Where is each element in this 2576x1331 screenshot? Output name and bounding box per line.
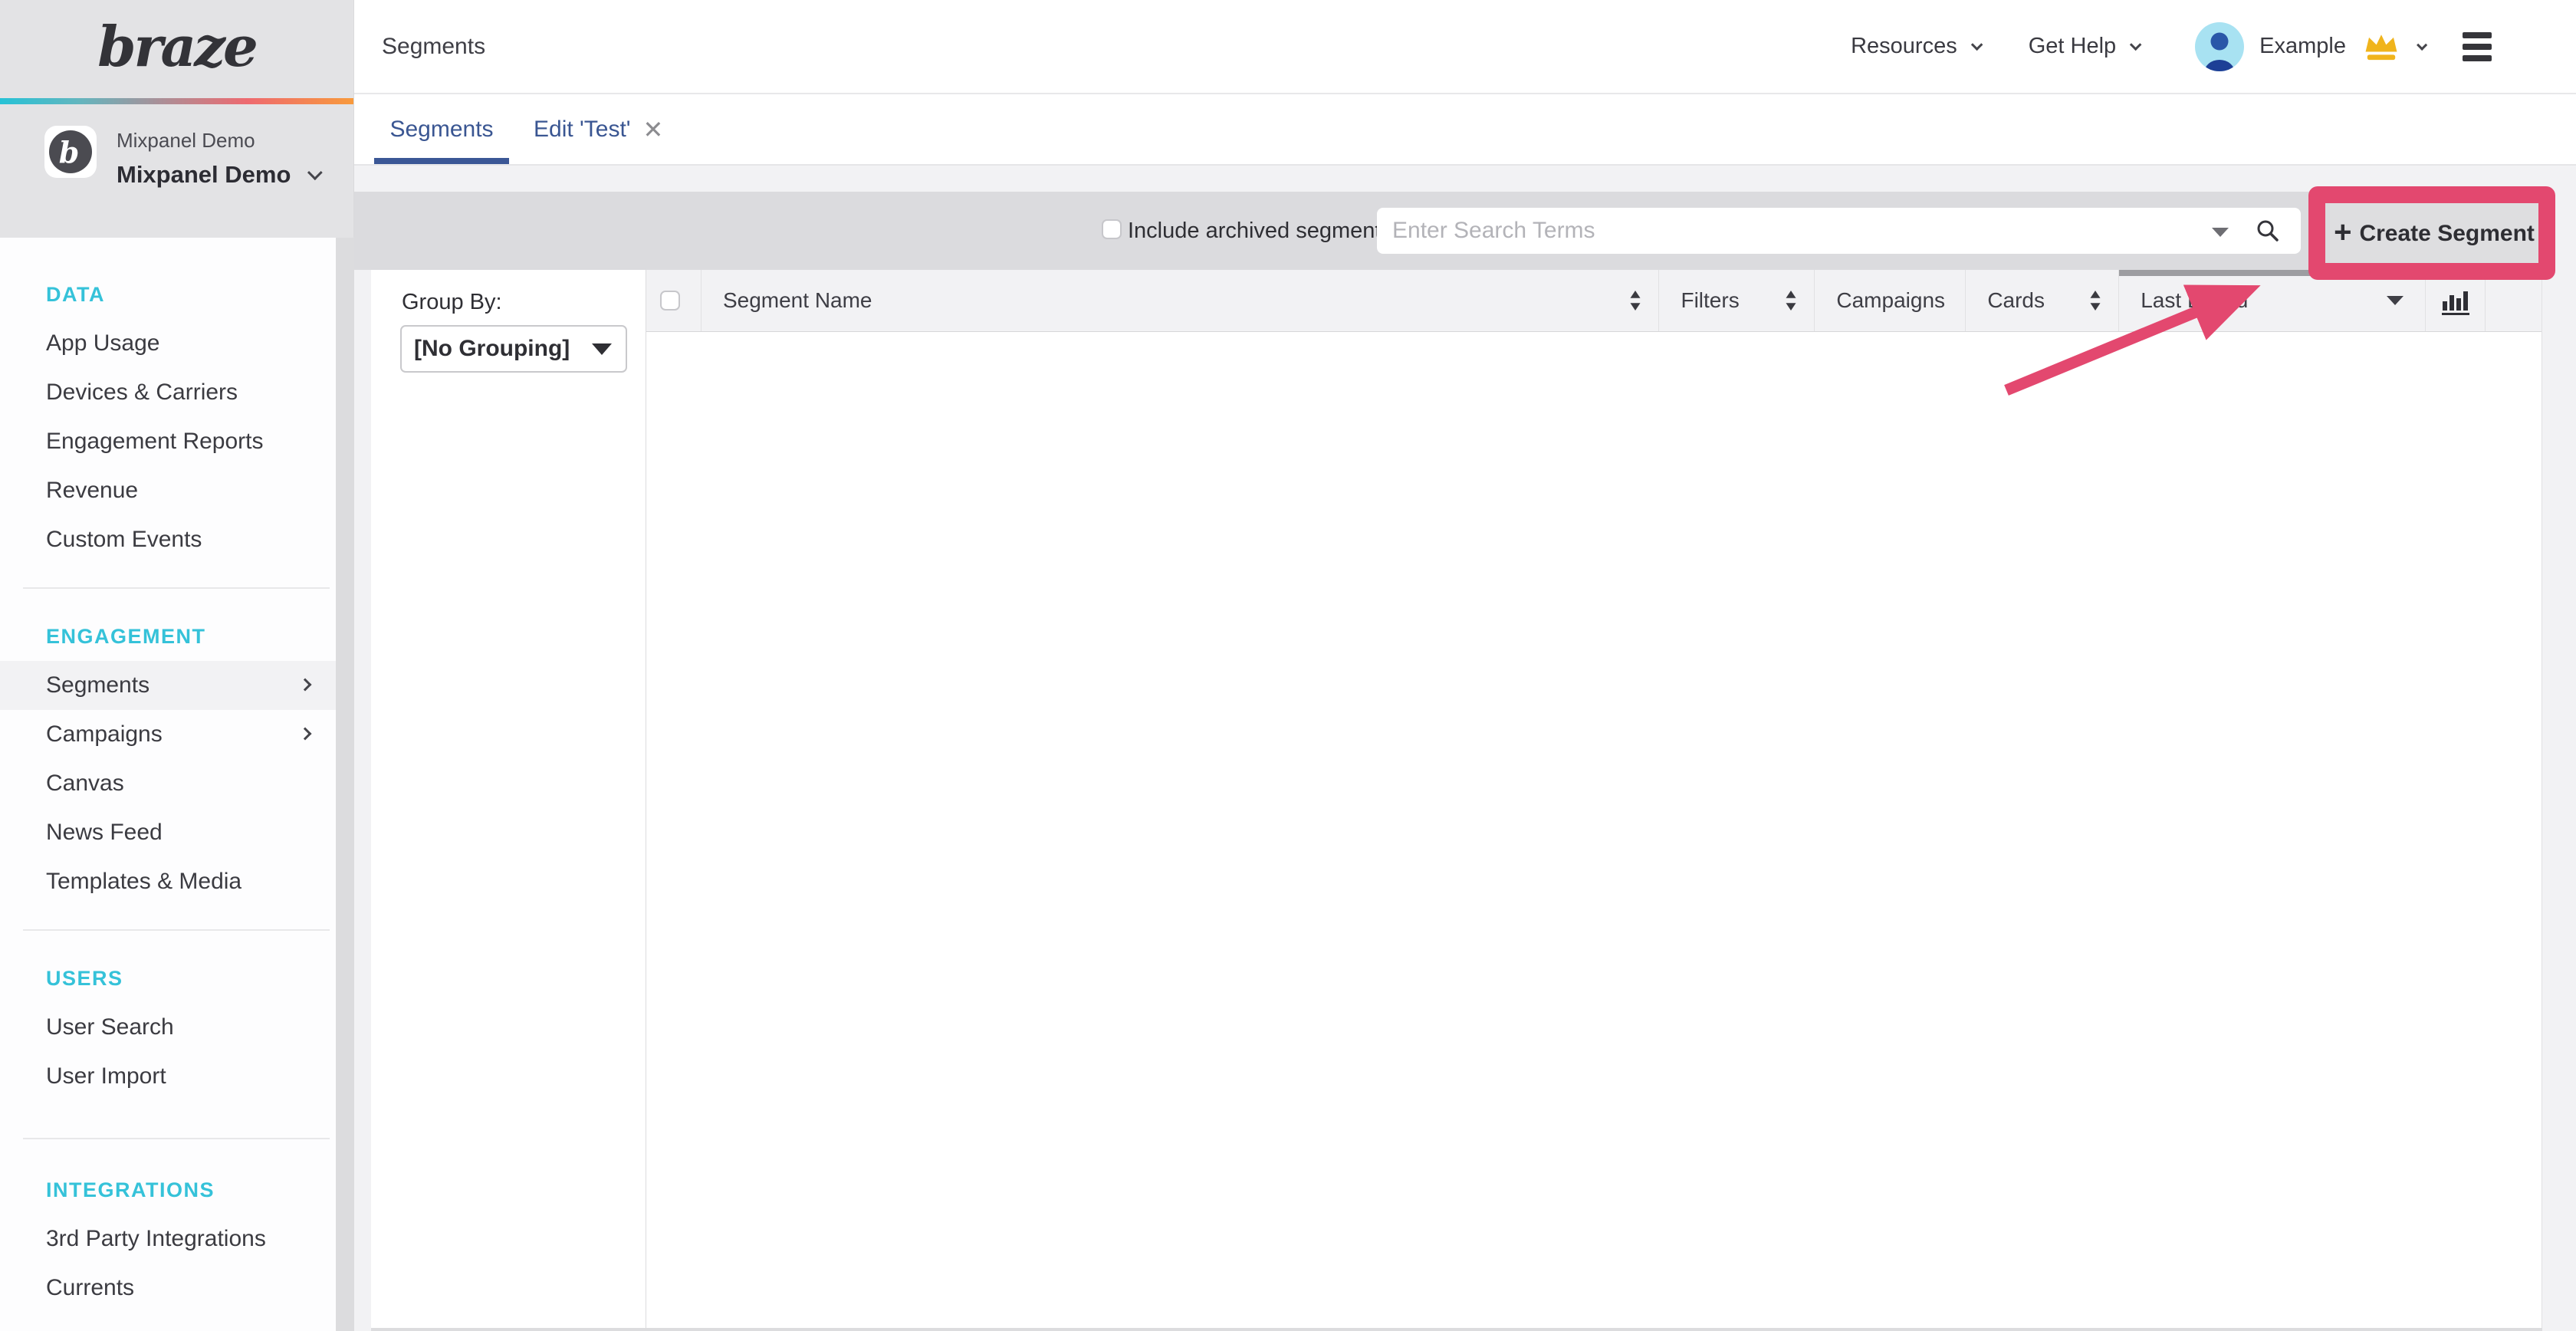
main-area: Segments Resources Get Help: [354, 0, 2576, 1331]
workspace-app-icon: b: [44, 126, 97, 178]
sidebar: braze b Mixpanel Demo Mixpanel Demo DATA…: [0, 0, 354, 1331]
table-body-empty: [646, 332, 2542, 1328]
sidebar-item-custom-events[interactable]: Custom Events: [0, 515, 336, 564]
bar-chart-icon: [2439, 285, 2472, 316]
user-name: Example: [2259, 34, 2346, 59]
page-title: Segments: [382, 0, 485, 93]
sidebar-item-revenue[interactable]: Revenue: [0, 466, 336, 515]
get-help-menu[interactable]: Get Help: [2029, 34, 2138, 59]
chevron-down-icon[interactable]: [2417, 39, 2427, 50]
tab-edit-test[interactable]: Edit 'Test' ✕: [534, 94, 663, 164]
nav-section-users: USERS: [0, 954, 336, 1003]
content-area: Include archived segments + Create Segme…: [354, 166, 2576, 1331]
sidebar-item-engagement-reports[interactable]: Engagement Reports: [0, 417, 336, 466]
sidebar-item-app-usage[interactable]: App Usage: [0, 319, 336, 368]
tab-label: Edit 'Test': [534, 117, 631, 143]
search-input[interactable]: [1392, 208, 2190, 254]
plus-icon: +: [2334, 217, 2351, 251]
sidebar-item-label: Campaigns: [46, 721, 163, 747]
group-by-value: [No Grouping]: [402, 336, 570, 362]
column-label: Filters: [1659, 288, 1739, 313]
column-chart[interactable]: [2425, 270, 2485, 331]
segments-table: Segment Name Filters: [646, 270, 2542, 1328]
chevron-right-icon: [299, 728, 312, 741]
hamburger-menu-icon[interactable]: [2463, 32, 2492, 61]
sidebar-item-currents[interactable]: Currents: [0, 1264, 336, 1313]
sidebar-nav: DATA App Usage Devices & Carriers Engage…: [0, 238, 336, 1313]
braze-logo: braze: [97, 14, 256, 85]
get-help-label: Get Help: [2029, 34, 2116, 59]
segment-search-box: [1377, 208, 2301, 254]
sort-icon[interactable]: [1629, 291, 1641, 311]
tab-segments[interactable]: Segments: [374, 94, 509, 164]
sidebar-item-canvas[interactable]: Canvas: [0, 759, 336, 808]
crown-icon: [2361, 29, 2401, 64]
chevron-down-icon: [2130, 39, 2142, 51]
resources-menu[interactable]: Resources: [1851, 34, 1980, 59]
select-all-checkbox[interactable]: [660, 291, 680, 311]
horizontal-scrollbar[interactable]: [371, 1328, 2542, 1331]
sidebar-item-news-feed[interactable]: News Feed: [0, 808, 336, 857]
column-label: Segment Name: [702, 288, 872, 313]
active-tab-underline: [374, 158, 509, 164]
column-last-edited[interactable]: Last Edited: [2118, 270, 2425, 331]
sidebar-item-user-import[interactable]: User Import: [0, 1052, 336, 1101]
tab-label: Segments: [389, 117, 493, 143]
create-segment-button[interactable]: + Create Segment: [2330, 203, 2538, 265]
column-label: Campaigns: [1815, 288, 1945, 313]
column-cards[interactable]: Cards: [1965, 270, 2118, 331]
b-monogram-icon: b: [49, 130, 92, 173]
chevron-down-icon: [1971, 39, 1983, 51]
column-segment-name[interactable]: Segment Name: [701, 270, 1659, 331]
divider: [23, 929, 330, 931]
segments-toolbar: Include archived segments + Create Segme…: [354, 192, 2542, 270]
nav-section-integrations: INTEGRATIONS: [0, 1165, 336, 1214]
chevron-right-icon: [299, 679, 312, 692]
sidebar-scrollbar[interactable]: [336, 238, 354, 1331]
group-by-select[interactable]: [No Grouping]: [400, 325, 627, 373]
dropdown-caret-icon[interactable]: [2387, 296, 2404, 305]
selected-column-strip: [2119, 270, 2425, 276]
include-archived-checkbox[interactable]: [1102, 219, 1122, 239]
sidebar-item-templates-media[interactable]: Templates & Media: [0, 857, 336, 906]
sidebar-item-3rd-party-integrations[interactable]: 3rd Party Integrations: [0, 1214, 336, 1264]
column-campaigns[interactable]: Campaigns: [1814, 270, 1965, 331]
sidebar-item-user-search[interactable]: User Search: [0, 1003, 336, 1052]
sidebar-item-campaigns[interactable]: Campaigns: [0, 710, 336, 759]
search-dropdown-caret-icon[interactable]: [2212, 228, 2229, 237]
braze-app: braze b Mixpanel Demo Mixpanel Demo DATA…: [0, 0, 2576, 1331]
close-icon[interactable]: ✕: [643, 117, 664, 142]
dropdown-caret-icon: [592, 343, 612, 355]
tab-bar: Segments Edit 'Test' ✕: [354, 94, 2576, 166]
workspace-app-label: Mixpanel Demo: [117, 129, 255, 153]
sort-icon[interactable]: [2089, 291, 2101, 311]
sidebar-item-devices-carriers[interactable]: Devices & Carriers: [0, 368, 336, 417]
divider: [23, 587, 330, 589]
divider: [23, 1138, 330, 1139]
column-label: Cards: [1966, 288, 2045, 313]
workspace-name: Mixpanel Demo: [117, 161, 291, 189]
group-by-panel: Group By: [No Grouping]: [371, 270, 646, 1328]
table-header-row: Segment Name Filters: [646, 270, 2542, 332]
column-filters[interactable]: Filters: [1658, 270, 1814, 331]
brand-gradient-bar: [0, 98, 353, 104]
logo-area: braze: [0, 0, 353, 98]
column-label: Last Edited: [2119, 288, 2248, 313]
workspace-switcher[interactable]: b Mixpanel Demo Mixpanel Demo: [0, 104, 353, 238]
select-all-cell: [646, 270, 701, 331]
sort-icon[interactable]: [1785, 291, 1797, 311]
sidebar-item-segments[interactable]: Segments: [0, 661, 336, 710]
user-avatar[interactable]: [2195, 22, 2244, 71]
include-archived-label: Include archived segments: [1128, 192, 1392, 270]
chevron-down-icon[interactable]: [307, 165, 323, 180]
nav-section-engagement: ENGAGEMENT: [0, 612, 336, 661]
top-header: Segments Resources Get Help: [354, 0, 2576, 94]
create-segment-label: Create Segment: [2359, 221, 2534, 247]
sidebar-item-label: Segments: [46, 672, 150, 698]
nav-section-data: DATA: [0, 270, 336, 319]
column-spacer: [2485, 270, 2542, 331]
group-by-label: Group By:: [402, 290, 502, 315]
search-icon[interactable]: [2255, 218, 2281, 244]
resources-label: Resources: [1851, 34, 1957, 59]
